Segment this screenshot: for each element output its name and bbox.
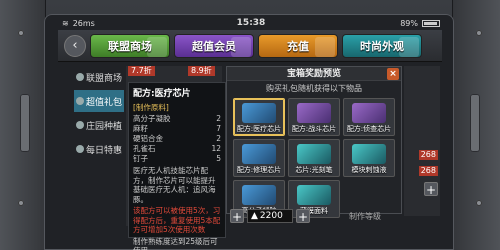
preview-subtitle: 购买礼包随机获得以下物品 [266,84,362,93]
frame-handle [470,94,480,152]
plus-icon[interactable]: + [230,209,244,224]
material-row: 硬铝合金 2 [133,134,221,143]
tab-vip[interactable]: 超值会员 [174,33,254,58]
tab-recharge[interactable]: 充值 [258,33,338,58]
discount-badge: 8.9折 [188,66,215,76]
coin-icon: ▲ [251,211,258,221]
gift-icon [76,97,84,105]
reward-card[interactable]: 配方:战斗芯片 [288,98,340,136]
recipe-tooltip: 配方:医疗芯片 [制作原料] 高分子凝胶 2 麻籽 7 硬铝合金 2 孔雀石 12 钉子… [128,82,226,250]
sidebar-item-farm[interactable]: 庄园种植 [74,114,124,136]
clock: 15:38 [236,18,266,28]
top-tab-bar: ‹ 联盟商场 超值会员 充值 时尚外观 [58,30,442,62]
mall-icon [76,73,84,81]
battery-text: 89% [400,18,418,28]
material-row: 高分子凝胶 2 [133,114,221,123]
bolt-decor [18,200,24,206]
plus-icon[interactable]: + [424,182,438,197]
material-row: 麻籽 7 [133,124,221,133]
preview-title: 宝箱奖励预览 × [227,67,401,81]
wifi-icon: ≋ [62,18,69,28]
battery-icon [422,19,440,27]
sidebar-item-daily-deal[interactable]: 每日特惠 [74,138,124,160]
daily-icon [76,145,84,153]
frame-right [452,0,500,250]
ping-text: 26ms [72,18,95,28]
reward-card[interactable]: 配方:修理芯片 [233,139,285,177]
sidebar-item-value-pack[interactable]: 超值礼包 [74,90,124,112]
status-bar: ≋ 26ms 15:38 89% [62,16,440,30]
tooltip-section: [制作原料] [133,103,169,112]
back-button[interactable]: ‹ [64,34,86,57]
tooltip-warning: 该配方可以被使用5次，习得配方后，重复使用5本配方可增加5次使用次数 [133,206,221,234]
bolt-decor [18,30,24,36]
price-badge: 268 [418,150,438,160]
right-column: 268 268 + [404,66,440,216]
material-row: 钉子 5 [133,154,221,163]
currency-display: ▲ 2200 [247,209,293,223]
price-badge: 268 [418,166,438,176]
sidebar-item-alliance-mall[interactable]: 联盟商场 [74,66,124,88]
tooltip-footer: 制作熟练度达到25级后可使用 [133,236,218,250]
material-row: 孔雀石 12 [133,144,221,153]
frame-handle [20,94,30,152]
plus-icon[interactable]: + [296,209,310,224]
reward-preview-panel: 宝箱奖励预览 × 购买礼包随机获得以下物品 配方:医疗芯片 配方:战斗芯片 配方… [226,66,402,218]
close-icon[interactable]: × [387,68,399,80]
tab-fashion[interactable]: 时尚外观 [342,33,422,58]
bolt-decor [476,30,482,36]
frame-left [0,0,46,250]
preview-grid: 配方:医疗芯片 配方:战斗芯片 配方:侦查芯片 配方:修理芯片 芯片:光刻笔 模… [227,95,401,221]
farm-icon [76,121,84,129]
discount-badge: 7.7折 [128,66,155,76]
craft-level-label: 制作等级 [349,211,381,221]
reward-card[interactable]: 芯片:光刻笔 [288,139,340,177]
reward-card[interactable]: 配方:医疗芯片 [233,98,285,136]
sidebar: 联盟商场 超值礼包 庄园种植 每日特惠 [74,66,124,226]
tab-alliance-mall[interactable]: 联盟商场 [90,33,170,58]
bottom-bar: + ▲ 2200 + 制作等级 [230,206,440,226]
reward-card[interactable]: 模块刺蚀液 [343,139,395,177]
reward-card[interactable]: 配方:侦查芯片 [343,98,395,136]
tooltip-description: 医疗无人机技能芯片配方，制作芯片可以能提升基础医疗无人机：追风海豚。 [133,166,216,204]
tooltip-title: 配方:医疗芯片 [133,89,191,99]
bolt-decor [476,200,482,206]
